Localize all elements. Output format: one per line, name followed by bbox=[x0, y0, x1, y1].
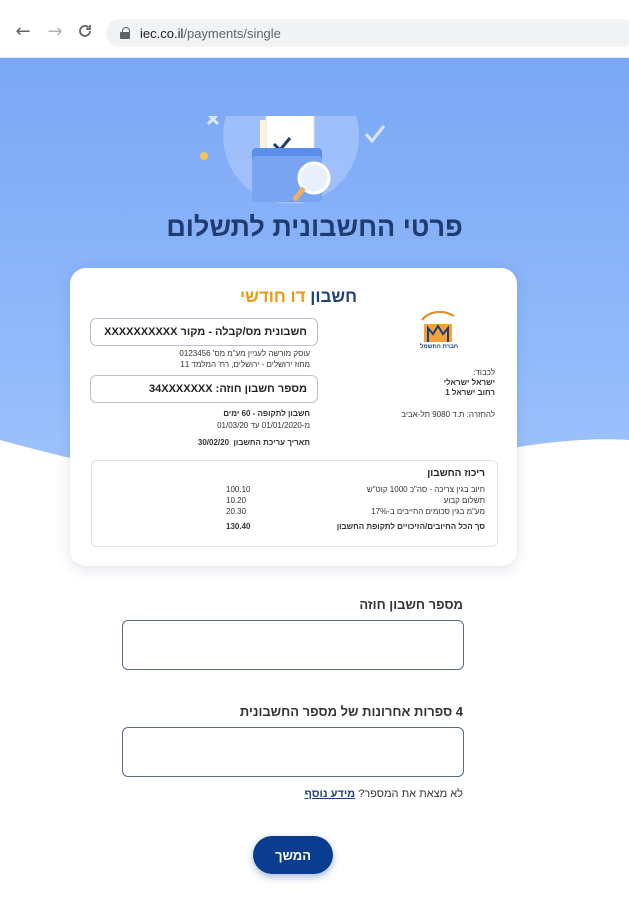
lock-icon bbox=[120, 27, 132, 39]
summary-total-row: סך הכל החיובים/הזיכויים לתקופת החשבון 130… bbox=[226, 522, 485, 531]
invoice-digits-input[interactable] bbox=[122, 727, 464, 777]
logo-caption: חברת החשמל bbox=[420, 344, 459, 350]
help-text: לא מצאת את המספר? מידע נוסף bbox=[304, 788, 464, 800]
more-info-link[interactable]: מידע נוסף bbox=[305, 788, 356, 800]
dates-line: מ-01/01/2020 עד 01/03/20 bbox=[217, 421, 310, 430]
summary-row: תשלום קבוע 10.20 bbox=[226, 496, 485, 505]
summary-row: חיוב בגין צריכה - סה"כ 1000 קוט"ש 100.10 bbox=[226, 485, 485, 494]
contract-number-input[interactable] bbox=[122, 620, 464, 670]
page-title: פרטי החשבונית לתשלום bbox=[166, 212, 463, 242]
reload-icon[interactable] bbox=[74, 20, 96, 42]
recipient-name: ישראל ישראלי bbox=[443, 378, 495, 387]
summary-row: מע"מ בגין סכומים החייבים ב-17% 20.30 bbox=[226, 507, 485, 516]
invoice-digits-label: 4 ספרות אחרונות של מספר החשבונית bbox=[239, 704, 463, 719]
forward-arrow-icon[interactable]: → bbox=[44, 20, 66, 42]
back-arrow-icon[interactable]: ← bbox=[12, 20, 34, 42]
recipient-street: רחוב ישראל 1 bbox=[445, 388, 495, 397]
return-address: להחזרה: ת.ד 9080 תל-אביב bbox=[401, 410, 495, 419]
address-bar[interactable]: iec.co.il/payments/single bbox=[106, 19, 629, 47]
district-line: מחוז ירושלים - ירושלים, רח' המלמד 11 bbox=[180, 360, 310, 369]
bill-summary: ריכוז החשבון חיוב בגין צריכה - סה"כ 1000… bbox=[91, 460, 498, 547]
continue-button[interactable]: המשך bbox=[253, 836, 333, 874]
period-line: חשבון לתקופה - 60 ימים bbox=[223, 409, 310, 418]
issue-date-line: תאריך עריכת החשבון 30/02/20 bbox=[197, 438, 310, 447]
dealer-line: עוסק מורשה לעניין מע"מ מס' 0123456 bbox=[179, 349, 310, 358]
url-text: iec.co.il/payments/single bbox=[140, 25, 281, 41]
contract-number-label: מספר חשבון חוזה bbox=[359, 597, 463, 612]
bill-preview-card: חשבון דו חודשי חברת החשמל חשבונית מס/קבל… bbox=[70, 268, 517, 566]
contract-number-box: מספר חשבון חוזה: 34XXXXXXX bbox=[90, 375, 318, 403]
summary-title: ריכוז החשבון bbox=[427, 468, 485, 479]
browser-toolbar: ← → iec.co.il/payments/single bbox=[0, 0, 629, 58]
to-label: לכבוד: bbox=[473, 368, 495, 377]
invoice-source-box: חשבונית מס/קבלה - מקור XXXXXXXXXX bbox=[90, 318, 318, 346]
bill-title: חשבון דו חודשי bbox=[240, 287, 357, 306]
folder-illustration bbox=[200, 116, 386, 204]
